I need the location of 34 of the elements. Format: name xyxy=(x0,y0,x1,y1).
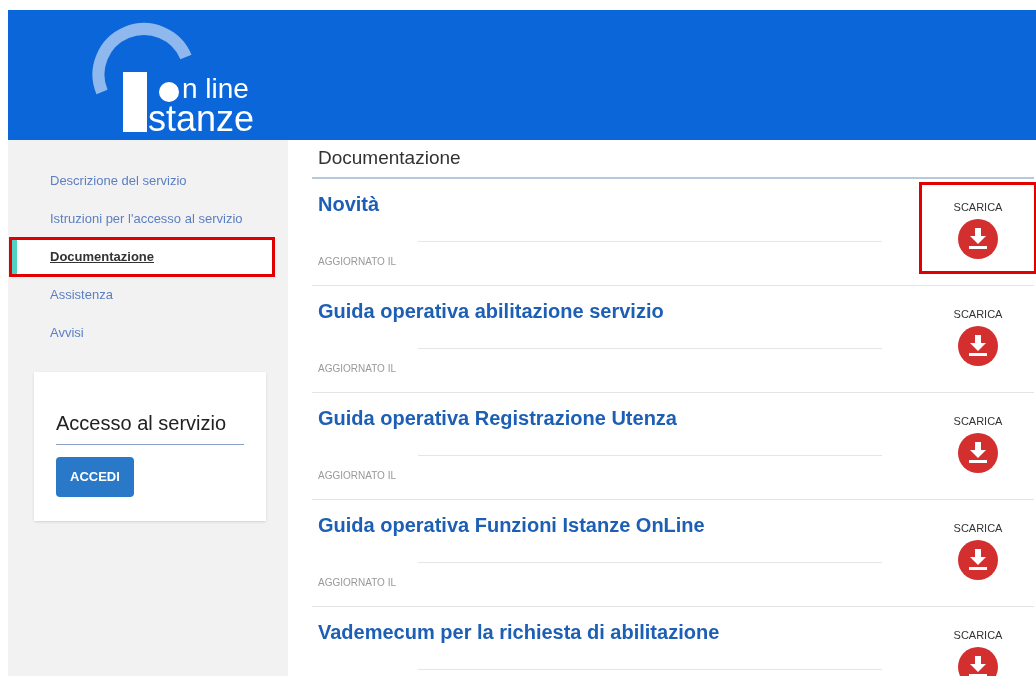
download-area[interactable]: SCARICA xyxy=(922,398,1034,477)
download-label: SCARICA xyxy=(953,199,1003,215)
download-icon[interactable] xyxy=(958,433,998,473)
updated-label: AGGIORNATO IL xyxy=(318,575,397,590)
download-label: SCARICA xyxy=(953,627,1003,643)
download-area[interactable]: SCARICA xyxy=(922,505,1034,584)
sidebar-link[interactable]: Istruzioni per l'accesso al servizio xyxy=(28,202,272,236)
sidebar-link[interactable]: Assistenza xyxy=(28,278,272,312)
download-icon[interactable] xyxy=(958,540,998,580)
download-label: SCARICA xyxy=(953,306,1003,322)
sidebar-link[interactable]: Avvisi xyxy=(28,316,272,350)
document-title[interactable]: Guida operativa Registrazione Utenza xyxy=(318,402,922,433)
card-title: Accesso al servizio xyxy=(56,408,244,445)
download-icon[interactable] xyxy=(958,647,998,676)
document-title[interactable]: Guida operativa Funzioni Istanze OnLine xyxy=(318,509,922,540)
sidebar-link[interactable]: Descrizione del servizio xyxy=(28,164,272,198)
download-icon[interactable] xyxy=(958,219,998,259)
document-title[interactable]: Vademecum per la richiesta di abilitazione xyxy=(318,616,922,647)
download-label: SCARICA xyxy=(953,520,1003,536)
sidebar-link[interactable]: Documentazione xyxy=(12,240,272,274)
download-area[interactable]: SCARICA xyxy=(922,612,1034,676)
accedi-button[interactable]: ACCEDI xyxy=(56,457,134,497)
updated-label: AGGIORNATO IL xyxy=(318,468,397,483)
download-area[interactable]: SCARICA xyxy=(922,291,1034,370)
section-heading: Documentazione xyxy=(312,140,1034,179)
logo-text: n line xyxy=(182,75,249,103)
document-title[interactable]: Novità xyxy=(318,188,922,219)
updated-label: AGGIORNATO IL xyxy=(318,361,397,376)
download-area[interactable]: SCARICA xyxy=(922,184,1034,271)
download-icon[interactable] xyxy=(958,326,998,366)
updated-label: AGGIORNATO IL xyxy=(318,254,397,269)
document-title[interactable]: Guida operativa abilitazione servizio xyxy=(318,295,922,326)
download-label: SCARICA xyxy=(953,413,1003,429)
logo-text: stanze xyxy=(148,101,255,137)
